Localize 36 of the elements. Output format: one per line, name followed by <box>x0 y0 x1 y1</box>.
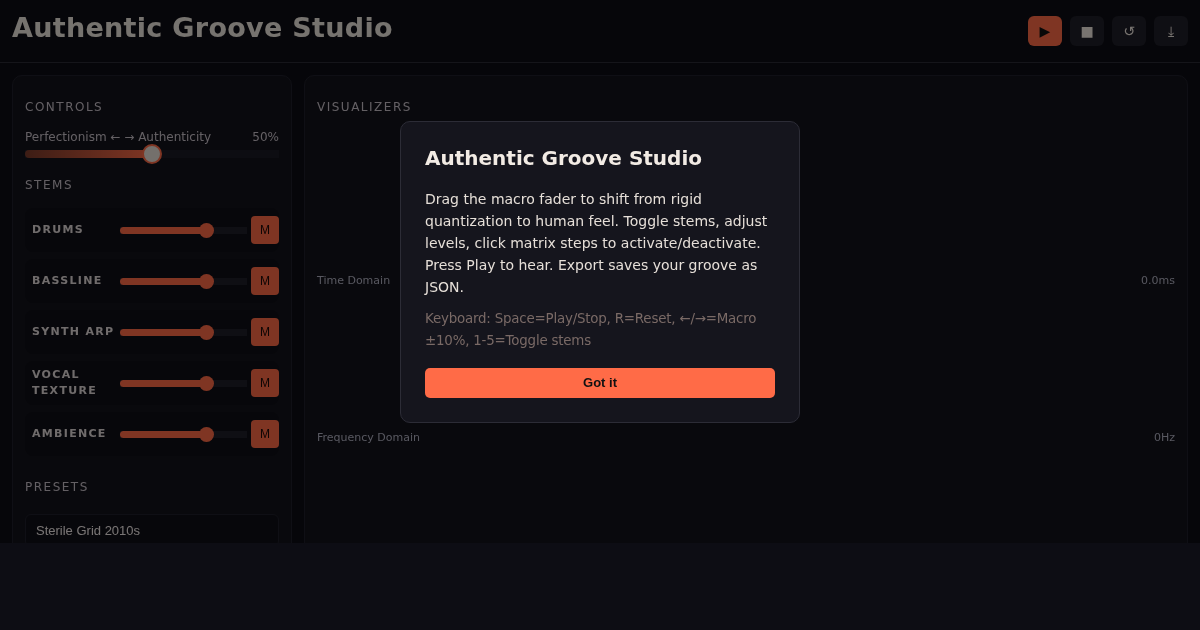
stem-name: SYNTH ARP <box>32 324 116 340</box>
visualizer-label: Frequency Domain <box>317 431 420 444</box>
stem-name: DRUMS <box>32 222 85 238</box>
section-heading: VISUALIZERS <box>317 100 413 114</box>
visualizer-reading: 0.0ms <box>1141 274 1175 287</box>
section-heading: STEMS <box>25 178 74 192</box>
stem-name: AMBIENCE <box>32 426 108 442</box>
slider-thumb[interactable] <box>199 426 215 442</box>
reset-button[interactable]: ↺ <box>1112 16 1146 46</box>
dialog-title: Authentic Groove Studio <box>425 145 703 170</box>
mute-button[interactable]: M <box>251 318 279 346</box>
app-title: Authentic Groove Studio <box>12 12 393 43</box>
dialog-text: Drag the macro fader to shift from rigid quantization to human feel. Toggle stems, adjust levels, click matrix steps to activate/deactivate. Press Play to hear. Export saves your groove as JSON. <box>425 189 769 297</box>
mute-button[interactable]: M <box>251 420 279 448</box>
slider-thumb[interactable] <box>199 273 215 289</box>
slider-thumb[interactable] <box>199 375 215 391</box>
stop-button[interactable]: ■ <box>1070 16 1104 46</box>
mute-button[interactable]: M <box>251 267 279 295</box>
visualizer-label: Time Domain <box>317 274 391 287</box>
macro-label: Perfectionism ← → Authenticity <box>25 130 212 144</box>
export-button[interactable]: ⤓ <box>1154 16 1188 46</box>
mute-button[interactable]: M <box>251 216 279 244</box>
visualizer-reading: 0Hz <box>1153 431 1175 444</box>
slider-thumb[interactable] <box>142 144 162 164</box>
slider-thumb[interactable] <box>199 324 215 340</box>
stem-name: VOCAL TEXTURE <box>32 367 99 399</box>
slider-thumb[interactable] <box>199 222 215 238</box>
play-button[interactable]: ▶ <box>1028 16 1062 46</box>
mute-button[interactable]: M <box>251 369 279 397</box>
macro-reading: 50% <box>252 130 279 144</box>
section-heading: PRESETS <box>25 480 90 494</box>
keyboard-hint: Keyboard: Space=Play/Stop, R=Reset, ←/→=Macro ±10%, 1-5=Toggle stems <box>425 309 758 350</box>
preset-button[interactable]: Sterile Grid 2010s <box>25 514 279 543</box>
section-heading: CONTROLS <box>25 100 105 114</box>
stem-name: BASSLINE <box>32 273 104 289</box>
got-it-button[interactable]: Got it <box>425 367 775 398</box>
